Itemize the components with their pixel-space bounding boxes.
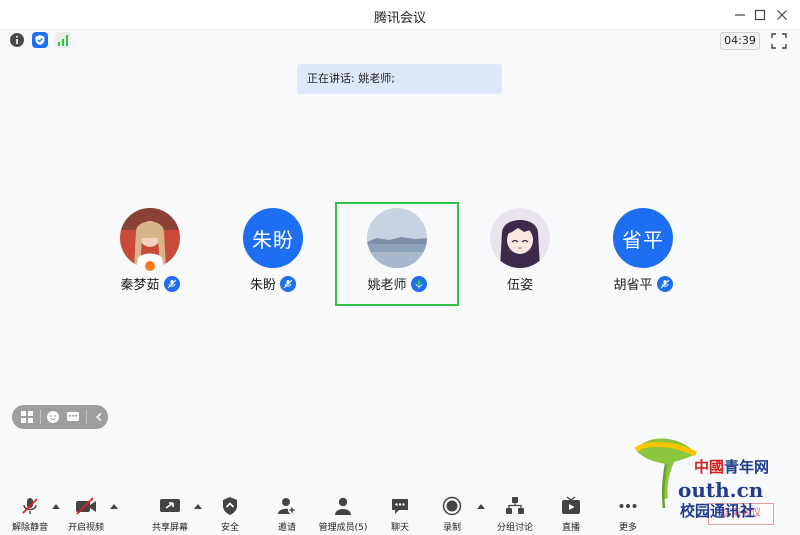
watermark: 中國青年网 outh.cn 结束会议 校园通讯社 bbox=[632, 436, 792, 526]
participant-name: 姚老师 bbox=[367, 278, 407, 293]
floating-view-bar bbox=[12, 405, 108, 429]
members-icon bbox=[332, 495, 354, 517]
participant-tile[interactable]: 秦梦茹 bbox=[90, 206, 210, 306]
emoji-icon[interactable] bbox=[44, 408, 62, 426]
live-stream-icon bbox=[560, 495, 582, 517]
unmute-button[interactable]: 解除静音 bbox=[0, 495, 60, 535]
mic-muted-icon bbox=[163, 275, 180, 292]
avatar bbox=[490, 208, 550, 268]
speaking-banner: 正在讲话: 姚老师; bbox=[297, 64, 502, 94]
shield-icon bbox=[219, 495, 241, 517]
participant-name: 伍姿 bbox=[506, 278, 533, 293]
maximize-icon[interactable] bbox=[750, 5, 770, 25]
mic-muted-icon bbox=[656, 275, 673, 292]
record-button[interactable]: 录制 bbox=[422, 495, 482, 535]
start-video-button[interactable]: 开启视频 bbox=[56, 495, 116, 535]
record-icon bbox=[441, 495, 463, 517]
participant-tile[interactable]: 姚老师 bbox=[337, 206, 457, 306]
participant-name: 秦梦茹 bbox=[120, 278, 160, 293]
share-screen-button[interactable]: 共享屏幕 bbox=[140, 495, 200, 535]
shield-icon[interactable] bbox=[32, 32, 48, 48]
participant-tile[interactable]: 伍姿 bbox=[460, 206, 580, 306]
participant-tile[interactable]: 朱盼 朱盼 bbox=[213, 206, 333, 306]
info-icon[interactable] bbox=[9, 32, 25, 48]
minimize-icon[interactable] bbox=[730, 5, 750, 25]
chat-button[interactable]: 聊天 bbox=[370, 495, 430, 535]
meeting-timer: 04:39 bbox=[720, 32, 760, 50]
camera-off-icon bbox=[75, 495, 97, 517]
add-user-icon bbox=[276, 495, 298, 517]
chat-icon bbox=[389, 495, 411, 517]
avatar bbox=[367, 208, 427, 268]
signal-icon[interactable] bbox=[55, 32, 71, 48]
security-button[interactable]: 安全 bbox=[200, 495, 260, 535]
host-icon bbox=[144, 260, 156, 272]
chevron-up-icon[interactable] bbox=[110, 503, 118, 509]
invite-button[interactable]: 邀请 bbox=[257, 495, 317, 535]
breakout-button[interactable]: 分组讨论 bbox=[485, 495, 545, 535]
live-button[interactable]: 直播 bbox=[541, 495, 601, 535]
fullscreen-icon[interactable] bbox=[770, 32, 788, 50]
avatar: 朱盼 bbox=[243, 208, 303, 268]
close-icon[interactable] bbox=[772, 5, 792, 25]
participant-name: 朱盼 bbox=[249, 278, 276, 293]
breakout-rooms-icon bbox=[504, 495, 526, 517]
avatar bbox=[120, 208, 180, 268]
window-title: 腾讯会议 bbox=[373, 11, 426, 26]
avatar: 省平 bbox=[613, 208, 673, 268]
mic-speaking-icon bbox=[410, 275, 427, 292]
collapse-chevron-icon[interactable] bbox=[90, 408, 108, 426]
participant-tile[interactable]: 省平 胡省平 bbox=[583, 206, 703, 306]
title-bar: 腾讯会议 bbox=[0, 0, 800, 30]
mic-off-icon bbox=[19, 495, 41, 517]
bullet-chat-icon[interactable] bbox=[64, 408, 82, 426]
manage-members-button[interactable]: 管理成员(5) bbox=[313, 495, 373, 535]
mic-muted-icon bbox=[280, 275, 296, 292]
layout-icon[interactable] bbox=[18, 408, 36, 426]
meeting-info-bar bbox=[0, 30, 800, 52]
participant-name: 胡省平 bbox=[613, 278, 653, 293]
share-screen-icon bbox=[159, 495, 181, 517]
chevron-up-icon[interactable] bbox=[477, 503, 485, 509]
